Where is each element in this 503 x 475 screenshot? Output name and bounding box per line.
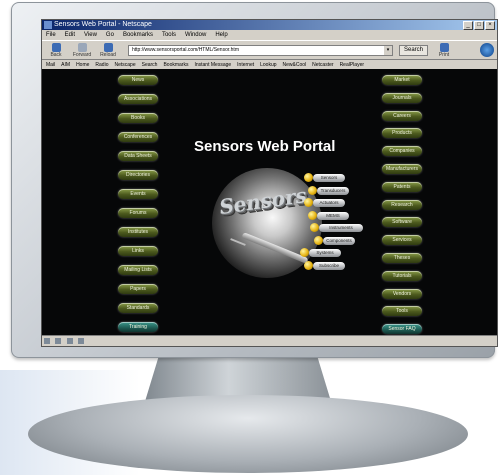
forward-button[interactable]: Forward bbox=[72, 42, 92, 58]
center-link-mems[interactable]: MEMS bbox=[317, 211, 349, 220]
navigator-icon bbox=[44, 337, 50, 344]
right-menu-item-tutorials[interactable]: Tutorials bbox=[382, 270, 422, 281]
navigation-toolbar: Back Forward Reload http://www.sensorspo… bbox=[42, 40, 497, 60]
reload-button[interactable]: Reload bbox=[98, 42, 118, 58]
right-menu-item-journals[interactable]: Journals bbox=[382, 92, 422, 103]
right-menu-item-services[interactable]: Services bbox=[382, 235, 422, 246]
center-link-components[interactable]: Components bbox=[323, 236, 355, 245]
bullet-icon bbox=[314, 235, 323, 245]
left-menu-item-data-sheets[interactable]: Data Sheets bbox=[118, 151, 158, 161]
menu-tools[interactable]: Tools bbox=[162, 30, 176, 40]
center-link-actuators[interactable]: Actuators bbox=[313, 199, 345, 207]
bullet-icon bbox=[308, 210, 317, 220]
left-menu-item-forums[interactable]: Forums bbox=[118, 208, 158, 218]
menu-view[interactable]: View bbox=[84, 30, 97, 40]
back-arrow-icon bbox=[51, 42, 61, 52]
right-menu-item-sensor-faq[interactable]: Sensor FAQ bbox=[382, 324, 422, 335]
mail-icon bbox=[55, 337, 62, 344]
right-menu-item-patents[interactable]: Patents bbox=[382, 181, 422, 192]
left-menu-item-training[interactable]: Training bbox=[118, 322, 158, 332]
right-menu-item-careers[interactable]: Careers bbox=[382, 110, 422, 121]
close-button[interactable]: × bbox=[485, 21, 495, 30]
center-link-sensors[interactable]: Sensors bbox=[313, 174, 345, 182]
status-bar bbox=[42, 335, 497, 346]
left-menu-item-books[interactable]: Books bbox=[118, 113, 158, 123]
browser-app-icon bbox=[44, 21, 52, 29]
window-title: Sensors Web Portal - Netscape bbox=[54, 21, 152, 28]
left-menu-item-papers[interactable]: Papers bbox=[118, 284, 158, 294]
left-menu-item-standards[interactable]: Standards bbox=[118, 303, 158, 313]
right-menu-item-products[interactable]: Products bbox=[382, 128, 422, 139]
reload-label: Reload bbox=[100, 51, 116, 58]
right-menu-item-manufacturers[interactable]: Manufacturers bbox=[382, 164, 422, 174]
bullet-icon bbox=[304, 260, 313, 270]
monitor-bezel: Sensors Web Portal - Netscape _ □ × File… bbox=[11, 2, 498, 358]
right-menu-item-tools[interactable]: Tools bbox=[382, 306, 422, 317]
left-menu-item-news[interactable]: News bbox=[118, 75, 158, 85]
menu-edit[interactable]: Edit bbox=[65, 30, 75, 40]
menu-bar: File Edit View Go Bookmarks Tools Window… bbox=[42, 30, 497, 40]
page-title: Sensors Web Portal bbox=[194, 138, 336, 155]
left-menu-item-conferences[interactable]: Conferences bbox=[118, 132, 158, 142]
reload-icon bbox=[103, 42, 113, 52]
right-menu-item-market[interactable]: Market bbox=[382, 75, 422, 85]
left-menu-item-associations[interactable]: Associations bbox=[118, 94, 158, 104]
window-controls: _ □ × bbox=[463, 21, 495, 30]
left-menu-item-directories[interactable]: Directories bbox=[118, 170, 158, 180]
left-menu-item-links[interactable]: Links bbox=[118, 246, 158, 256]
forward-arrow-icon bbox=[77, 42, 87, 52]
bullet-icon bbox=[304, 198, 313, 207]
back-label: Back bbox=[50, 51, 62, 58]
right-menu-item-theses[interactable]: Theses bbox=[382, 253, 422, 263]
bullet-icon bbox=[300, 248, 309, 257]
center-link-instruments[interactable]: Instruments bbox=[319, 224, 363, 232]
menu-window[interactable]: Window bbox=[185, 30, 206, 40]
right-menu-item-software[interactable]: Software bbox=[382, 217, 422, 228]
address-book-icon bbox=[78, 337, 85, 344]
center-link-subscribe[interactable]: Subscribe bbox=[313, 261, 345, 270]
left-menu-item-events[interactable]: Events bbox=[118, 189, 158, 199]
composer-icon bbox=[66, 337, 73, 344]
address-bar[interactable]: http://www.sensorsportal.com/HTML/Sensor… bbox=[128, 44, 393, 56]
bullet-icon bbox=[310, 223, 319, 232]
menu-file[interactable]: File bbox=[46, 30, 56, 40]
right-menu-item-vendors[interactable]: Vendors bbox=[382, 288, 422, 299]
title-bar: Sensors Web Portal - Netscape _ □ × bbox=[42, 20, 497, 30]
minimize-button[interactable]: _ bbox=[463, 21, 473, 30]
netscape-logo-icon bbox=[480, 43, 494, 57]
monitor-stand-base bbox=[28, 395, 468, 473]
left-menu-item-mailing-lists[interactable]: Mailing Lists bbox=[118, 265, 158, 275]
printer-icon bbox=[439, 42, 449, 52]
center-link-systems[interactable]: Systems bbox=[309, 249, 341, 257]
print-button[interactable]: Print bbox=[434, 42, 454, 58]
right-menu-item-companies[interactable]: Companies bbox=[382, 146, 422, 157]
address-url: http://www.sensorsportal.com/HTML/Sensor… bbox=[132, 46, 239, 53]
print-label: Print bbox=[438, 51, 450, 58]
bullet-icon bbox=[304, 173, 313, 182]
chevron-down-icon[interactable]: ▾ bbox=[384, 45, 392, 55]
maximize-button[interactable]: □ bbox=[474, 21, 484, 30]
browser-window: Sensors Web Portal - Netscape _ □ × File… bbox=[41, 19, 498, 347]
forward-label: Forward bbox=[72, 51, 92, 58]
menu-bookmarks[interactable]: Bookmarks bbox=[123, 30, 153, 40]
back-button[interactable]: Back bbox=[46, 42, 66, 58]
menu-go[interactable]: Go bbox=[106, 30, 114, 40]
menu-help[interactable]: Help bbox=[215, 30, 227, 40]
right-menu-item-research[interactable]: Research bbox=[382, 199, 422, 210]
search-button[interactable]: Search bbox=[399, 44, 429, 56]
center-link-transducers[interactable]: Transducers bbox=[317, 186, 349, 195]
web-page: Sensors Web Portal Sensors News Associati… bbox=[42, 69, 497, 336]
bullet-icon bbox=[308, 185, 317, 195]
left-menu-item-institutes[interactable]: Institutes bbox=[118, 227, 158, 237]
